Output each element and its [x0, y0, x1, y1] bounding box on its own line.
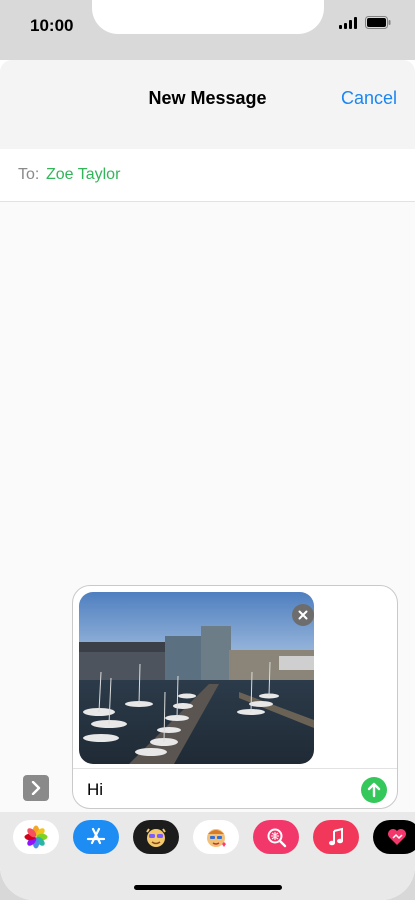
arrow-up-icon: [367, 782, 381, 798]
compose-box[interactable]: Hi: [72, 585, 398, 809]
app-store-icon: [86, 827, 106, 845]
message-input[interactable]: Hi: [87, 780, 103, 800]
memoji-stickers-app-button[interactable]: [193, 820, 239, 854]
status-time: 10:00: [30, 16, 74, 35]
close-icon: [298, 610, 308, 620]
digital-touch-app-button[interactable]: [373, 820, 415, 854]
status-bar: 10:00: [0, 0, 415, 60]
music-icon: [329, 827, 343, 846]
remove-attachment-button[interactable]: [292, 604, 314, 626]
recipient-name[interactable]: Zoe Taylor: [46, 166, 120, 184]
send-button[interactable]: [361, 777, 387, 803]
status-icons: [339, 16, 391, 29]
marina-photo: [79, 592, 314, 764]
photos-app-button[interactable]: [13, 820, 59, 854]
compose-divider: [73, 768, 397, 769]
digital-touch-icon: [388, 829, 406, 845]
photos-icon: [24, 825, 48, 849]
phone-screen: 10:00 New Message Cancel To: Zoe Taylor: [0, 0, 415, 900]
images-app-button[interactable]: [253, 820, 299, 854]
expand-apps-button[interactable]: [23, 775, 49, 801]
app-store-app-button[interactable]: [73, 820, 119, 854]
home-indicator[interactable]: [134, 885, 282, 890]
chevron-right-icon: [31, 781, 41, 795]
search-images-icon: [267, 828, 287, 848]
music-app-button[interactable]: [313, 820, 359, 854]
signal-icon: [339, 16, 357, 29]
notch: [92, 0, 324, 34]
recipient-label: To:: [18, 166, 40, 183]
photo-attachment[interactable]: [79, 592, 314, 764]
memoji-stickers-icon: [207, 829, 226, 847]
navigation-bar: New Message Cancel: [0, 60, 415, 150]
memoji-icon: [146, 828, 166, 847]
battery-icon: [365, 16, 391, 29]
recipient-field[interactable]: To: Zoe Taylor: [0, 149, 415, 202]
cancel-button[interactable]: Cancel: [341, 88, 397, 109]
memoji-app-button[interactable]: [133, 820, 179, 854]
